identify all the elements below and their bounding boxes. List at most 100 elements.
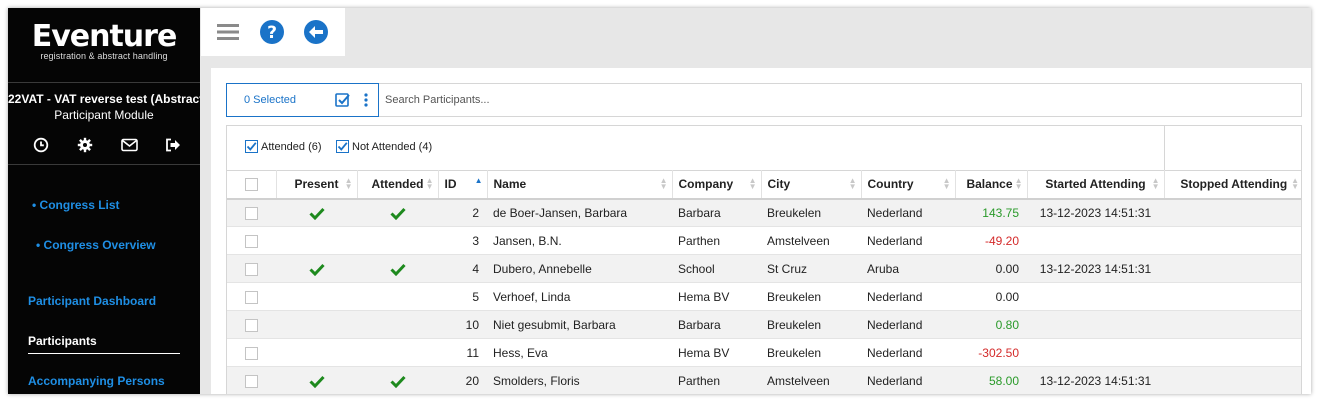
- balance-cell: 0.00: [955, 282, 1027, 311]
- gear-icon[interactable]: [76, 136, 94, 154]
- row-select-cell[interactable]: [227, 254, 276, 283]
- header-label: ID: [444, 177, 457, 192]
- header-balance[interactable]: Balance ▲ ▼: [955, 170, 1028, 200]
- checkbox-checked[interactable]: [336, 140, 349, 153]
- company-cell: Barbara: [672, 310, 761, 339]
- back-button[interactable]: [301, 17, 331, 47]
- table-row[interactable]: 2 de Boer-Jansen, Barbara Barbara Breukelen…: [227, 198, 1301, 227]
- table-row[interactable]: 4 Dubero, Annebelle School St Cruz Aruba 0.00…: [227, 254, 1301, 283]
- table-row[interactable]: 20 Smolders, Floris Parthen Amstelveen Neder…: [227, 366, 1301, 394]
- header-select[interactable]: [227, 170, 277, 200]
- check-icon: [389, 373, 406, 388]
- row-select-cell[interactable]: [227, 338, 276, 367]
- search-input[interactable]: [379, 84, 1301, 116]
- check-icon: [389, 206, 406, 220]
- row-checkbox[interactable]: [245, 234, 258, 248]
- attended-cell: [357, 254, 438, 283]
- header-attended[interactable]: Attended ▲ ▼: [357, 170, 439, 200]
- attended-cell: [357, 282, 438, 311]
- row-checkbox[interactable]: [245, 290, 258, 304]
- filter-bar: Attended (6) Not Attended (4): [227, 126, 1165, 170]
- started-attending-cell: [1027, 226, 1164, 255]
- company-cell: Barbara: [672, 198, 761, 227]
- sort-icon: ▲ ▼: [1014, 176, 1023, 191]
- sort-icon: ▲ ▼: [848, 176, 857, 191]
- sidebar-item-congress-overview[interactable]: • Congress Overview: [36, 238, 156, 252]
- active-item-underline: [28, 353, 180, 354]
- header-started-attending[interactable]: Started Attending ▲ ▼: [1027, 170, 1165, 200]
- check-icon: [308, 373, 325, 388]
- logo: Eventure registration & abstract handlin…: [8, 22, 200, 62]
- city-cell: Breukelen: [761, 310, 861, 339]
- balance-cell: 143.75: [955, 198, 1027, 227]
- select-all-checkbox[interactable]: [244, 178, 258, 192]
- row-select-cell[interactable]: [227, 226, 276, 255]
- balance-cell: -49.20: [955, 226, 1027, 255]
- header-label: Balance: [966, 177, 1013, 192]
- started-attending-cell: [1027, 282, 1164, 311]
- sidebar-item-participants[interactable]: Participants: [28, 334, 97, 348]
- header-company[interactable]: Company ▲ ▼: [672, 170, 762, 200]
- help-button[interactable]: ?: [257, 17, 287, 47]
- header-country[interactable]: Country ▲ ▼: [861, 170, 956, 200]
- row-checkbox[interactable]: [245, 346, 258, 360]
- filter-attended[interactable]: Attended (6): [245, 140, 322, 153]
- name-cell: Niet gesubmit, Barbara: [487, 310, 672, 339]
- hamburger-icon: [217, 24, 239, 40]
- table-row[interactable]: 5 Verhoef, Linda Hema BV Breukelen Nederland…: [227, 282, 1301, 311]
- content-panel: 0 Selected Attended (6) Not Attended (4): [211, 68, 1311, 394]
- row-checkbox[interactable]: [245, 318, 258, 332]
- header-city[interactable]: City ▲ ▼: [761, 170, 862, 200]
- header-stopped-attending[interactable]: Stopped Attending ▲ ▼: [1164, 170, 1301, 200]
- city-cell: Breukelen: [761, 198, 861, 227]
- sort-icon: ▲ ▼: [1291, 176, 1299, 191]
- city-cell: St Cruz: [761, 254, 861, 283]
- select-all-icon[interactable]: [335, 92, 351, 108]
- row-checkbox[interactable]: [245, 206, 258, 220]
- row-select-cell[interactable]: [227, 310, 276, 339]
- row-checkbox[interactable]: [245, 374, 258, 388]
- header-id[interactable]: ID ▲: [438, 170, 488, 200]
- id-cell: 5: [438, 282, 487, 311]
- header-present[interactable]: Present ▲ ▼: [276, 170, 358, 200]
- sort-ascending-icon: ▲: [474, 176, 483, 185]
- city-cell: Amstelveen: [761, 226, 861, 255]
- stopped-attending-cell: [1164, 310, 1301, 339]
- header-label: Started Attending: [1045, 177, 1146, 192]
- sidebar-item-congress-list[interactable]: • Congress List: [32, 198, 120, 212]
- header-name[interactable]: Name ▲ ▼: [487, 170, 673, 200]
- table-row[interactable]: 3 Jansen, B.N. Parthen Amstelveen Nederland -…: [227, 226, 1301, 255]
- header-label: Country: [867, 177, 914, 192]
- row-checkbox[interactable]: [245, 262, 258, 276]
- stopped-attending-cell: [1164, 226, 1301, 255]
- clock-icon[interactable]: [32, 136, 50, 154]
- name-cell: Verhoef, Linda: [487, 282, 672, 311]
- row-select-cell[interactable]: [227, 282, 276, 311]
- company-cell: Hema BV: [672, 282, 761, 311]
- attended-cell: [357, 226, 438, 255]
- sign-out-icon[interactable]: [164, 136, 182, 154]
- sidebar-item-accompanying-persons[interactable]: Accompanying Persons: [28, 374, 165, 388]
- hamburger-menu-button[interactable]: [213, 17, 243, 47]
- country-cell: Nederland: [861, 310, 955, 339]
- check-icon: [389, 261, 406, 276]
- table-row[interactable]: 10 Niet gesubmit, Barbara Barbara Breukelen…: [227, 310, 1301, 339]
- more-options-icon[interactable]: [363, 92, 371, 108]
- selected-count: 0 Selected: [244, 94, 296, 106]
- present-cell: [276, 310, 357, 339]
- filter-not-attended[interactable]: Not Attended (4): [336, 140, 432, 153]
- stopped-attending-cell: [1164, 282, 1301, 311]
- sidebar-item-participant-dashboard[interactable]: Participant Dashboard: [28, 294, 156, 308]
- table-row[interactable]: 11 Hess, Eva Hema BV Breukelen Nederland -302…: [227, 338, 1301, 367]
- stopped-attending-cell: [1164, 254, 1301, 283]
- selection-box: 0 Selected: [226, 83, 379, 117]
- module-name: Participant Module: [54, 108, 154, 122]
- row-select-cell[interactable]: [227, 366, 276, 394]
- filter-attended-label: Attended (6): [261, 140, 322, 153]
- row-select-cell[interactable]: [227, 198, 276, 227]
- id-cell: 2: [438, 198, 487, 227]
- envelope-icon[interactable]: [120, 136, 138, 154]
- checkbox-checked[interactable]: [245, 140, 258, 153]
- city-cell: Breukelen: [761, 282, 861, 311]
- attended-cell: [357, 366, 438, 394]
